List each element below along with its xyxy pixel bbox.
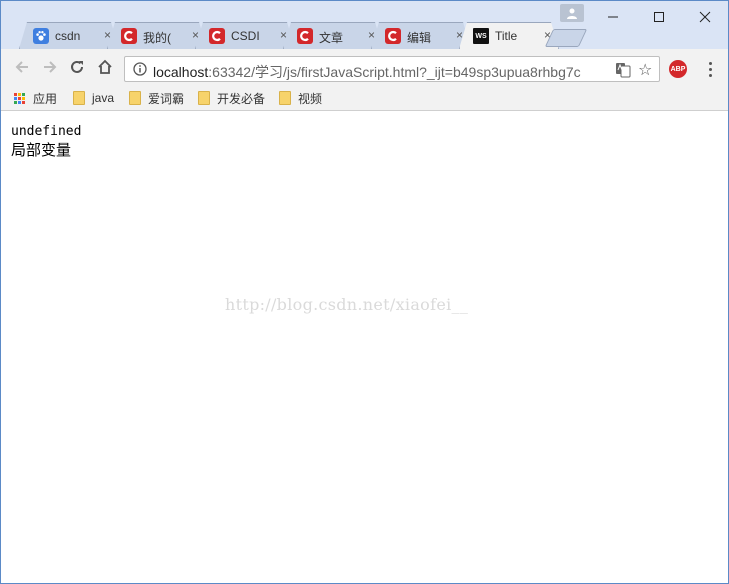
tab-csdn[interactable]: CSDI × <box>195 22 295 49</box>
close-window-button[interactable] <box>685 5 725 29</box>
profile-icon[interactable] <box>560 4 584 22</box>
browser-window: csdn × 我的( × CSDI × 文章 × 编辑 × WS Title ×… <box>0 0 729 584</box>
bookmark-java[interactable]: java <box>73 89 114 107</box>
bookmark-apps[interactable]: 应用 <box>14 89 57 107</box>
folder-icon <box>279 91 291 105</box>
tab-label: 编辑 <box>407 31 432 45</box>
bookmark-label: java <box>92 91 115 105</box>
chrome-menu-icon[interactable] <box>701 59 719 79</box>
bookmarks-bar: 应用 java 爱词霸 开发必备 视频 <box>1 85 728 111</box>
output-line-local-variable: 局部变量 <box>11 141 72 159</box>
tab-csdn-search[interactable]: csdn × <box>19 22 119 49</box>
tab-title-active[interactable]: WS Title × <box>459 22 559 49</box>
folder-icon <box>198 91 210 105</box>
csdn-c-icon <box>121 28 137 44</box>
folder-icon <box>73 91 85 105</box>
tab-editor[interactable]: 编辑 × <box>371 22 471 49</box>
tab-strip: csdn × 我的( × CSDI × 文章 × 编辑 × WS Title × <box>1 1 728 49</box>
watermark-text: http://blog.csdn.net/xiaofei__ <box>225 295 469 314</box>
csdn-c-icon <box>297 28 313 44</box>
csdn-c-icon <box>209 28 225 44</box>
info-icon[interactable] <box>133 62 147 81</box>
reload-icon[interactable] <box>68 58 86 76</box>
tab-article[interactable]: 文章 × <box>283 22 383 49</box>
adblock-label: ABP <box>670 65 686 73</box>
translate-icon[interactable] <box>615 62 631 83</box>
tab-label: Title <box>495 29 518 43</box>
new-tab-button[interactable] <box>544 29 588 47</box>
bookmark-label: 开发必备 <box>217 91 266 106</box>
address-bar[interactable]: localhost:63342/学习/js/firstJavaScript.ht… <box>124 56 660 82</box>
tab-label: 文章 <box>319 31 344 45</box>
csdn-c-icon <box>385 28 401 44</box>
webstorm-icon: WS <box>473 28 489 44</box>
bookmark-star-icon[interactable]: ☆ <box>638 60 652 80</box>
tab-my-csdn[interactable]: 我的( × <box>107 22 207 49</box>
tab-label: csdn <box>55 29 81 43</box>
apps-icon <box>14 92 25 104</box>
forward-icon[interactable] <box>41 58 59 76</box>
folder-icon <box>129 91 141 105</box>
paw-icon <box>33 28 49 44</box>
back-icon[interactable] <box>13 58 31 76</box>
bookmark-dev-essentials[interactable]: 开发必备 <box>198 89 265 107</box>
bookmark-label: 爱词霸 <box>148 91 185 106</box>
home-icon[interactable] <box>96 58 114 76</box>
page-content: undefined 局部变量 http://blog.csdn.net/xiao… <box>1 112 728 583</box>
webstorm-icon-text: WS <box>475 32 487 40</box>
bookmark-videos[interactable]: 视频 <box>279 89 322 107</box>
adblock-plus-icon[interactable]: ABP <box>669 60 687 78</box>
bookmark-label: 视频 <box>298 91 323 106</box>
bookmark-label: 应用 <box>33 91 58 106</box>
output-line-undefined: undefined <box>11 124 82 139</box>
url-host: localhost <box>153 64 209 80</box>
tab-label: 我的( <box>143 31 171 45</box>
tab-label: CSDI <box>231 29 260 43</box>
url-text[interactable]: localhost:63342/学习/js/firstJavaScript.ht… <box>153 62 608 82</box>
minimize-button[interactable] <box>593 5 633 29</box>
maximize-button[interactable] <box>639 5 679 29</box>
url-path: :63342/学习/js/firstJavaScript.html?_ijt=b… <box>208 64 581 80</box>
bookmark-iciba[interactable]: 爱词霸 <box>129 89 184 107</box>
